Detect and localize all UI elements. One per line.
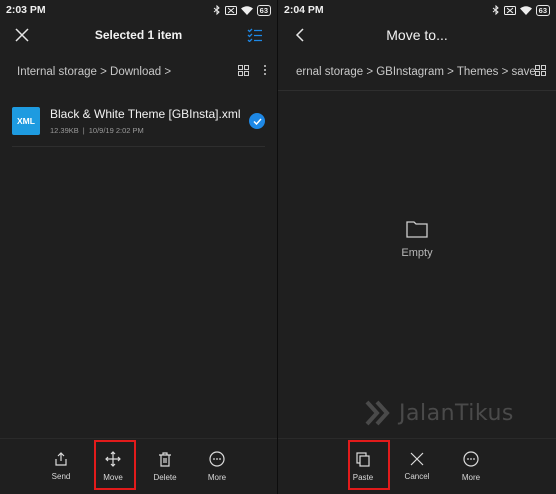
selected-checkbox[interactable] — [249, 113, 265, 129]
breadcrumb: ernal storage > GBInstagram > Themes > s… — [278, 54, 556, 90]
more-button[interactable]: More — [453, 451, 489, 482]
no-sim-icon — [503, 5, 516, 15]
grid-view-button[interactable] — [238, 63, 249, 81]
status-bar: 2:04 PM 63 — [278, 0, 556, 20]
more-icon — [209, 451, 225, 467]
file-date: 10/9/19 2:02 PM — [88, 126, 144, 135]
more-label: More — [461, 473, 481, 482]
bottom-toolbar: Paste Cancel More — [278, 438, 556, 494]
action-bar: Move to... — [278, 20, 556, 50]
checklist-icon — [247, 28, 262, 42]
battery-level: 63 — [256, 4, 271, 16]
more-icon — [463, 451, 479, 467]
file-name: Black & White Theme [GBInsta].xml — [50, 107, 241, 121]
file-meta: 12.39KB | 10/9/19 2:02 PM — [50, 126, 249, 135]
cancel-label: Cancel — [404, 472, 430, 481]
path-actions — [535, 63, 546, 81]
grid-icon — [238, 65, 249, 76]
status-icons: 63 — [492, 4, 550, 16]
file-size: 12.39KB — [50, 126, 79, 135]
empty-state: Empty — [278, 220, 556, 259]
delete-button[interactable]: Delete — [147, 451, 183, 482]
list-divider — [12, 146, 265, 147]
wifi-icon — [240, 5, 253, 15]
action-bar: Selected 1 item — [0, 20, 277, 50]
breadcrumb-path[interactable]: Internal storage > Download > — [17, 66, 171, 78]
wifi-icon — [519, 5, 532, 15]
watermark-text: JalanTikus — [399, 400, 514, 426]
watermark-logo-icon — [365, 400, 390, 426]
bottom-toolbar: Send Move Delete More — [0, 438, 277, 494]
breadcrumb-path[interactable]: ernal storage > GBInstagram > Themes > s… — [296, 66, 535, 78]
close-icon — [410, 452, 424, 466]
page-title: Selected 1 item — [94, 28, 183, 42]
folder-icon — [406, 221, 428, 238]
delete-label: Delete — [153, 472, 177, 482]
trash-icon — [159, 451, 171, 467]
left-screen: 2:03 PM 63 Selected 1 item Internal stor… — [0, 0, 278, 494]
breadcrumb: Internal storage > Download > — [0, 54, 277, 90]
comparison-screens: 2:03 PM 63 Selected 1 item Internal stor… — [0, 0, 556, 494]
check-icon — [252, 117, 262, 125]
bluetooth-icon — [213, 5, 220, 15]
watermark: JalanTikus — [365, 400, 514, 426]
xml-file-icon: XML — [12, 107, 40, 135]
grid-icon — [535, 65, 546, 76]
meta-separator: | — [82, 126, 85, 135]
path-divider — [278, 90, 556, 91]
close-button[interactable] — [12, 25, 32, 45]
status-icons: 63 — [213, 4, 271, 16]
send-label: Send — [51, 472, 71, 481]
grid-view-button[interactable] — [535, 63, 546, 81]
empty-label: Empty — [401, 247, 433, 259]
battery-level: 63 — [535, 4, 550, 16]
kebab-icon — [264, 65, 266, 75]
back-button[interactable] — [290, 25, 310, 45]
file-info: Black & White Theme [GBInsta].xml 12.39K… — [50, 107, 249, 135]
cancel-button[interactable]: Cancel — [399, 452, 435, 481]
more-label: More — [207, 473, 227, 482]
chevron-left-icon — [295, 28, 304, 42]
bluetooth-icon — [492, 5, 499, 15]
status-bar: 2:03 PM 63 — [0, 0, 277, 20]
page-title: Move to... — [386, 27, 448, 43]
paste-highlight-box — [348, 440, 390, 490]
status-time: 2:04 PM — [284, 4, 324, 16]
path-actions — [238, 63, 267, 81]
move-highlight-box — [94, 440, 136, 490]
title-spacer — [524, 25, 544, 45]
close-icon — [15, 28, 29, 42]
more-button[interactable]: More — [199, 451, 235, 482]
file-list-item[interactable]: XML Black & White Theme [GBInsta].xml 12… — [0, 96, 277, 146]
status-time: 2:03 PM — [6, 4, 46, 16]
no-sim-icon — [224, 5, 237, 15]
share-icon — [55, 452, 67, 466]
select-all-button[interactable] — [245, 25, 265, 45]
send-button[interactable]: Send — [43, 452, 79, 481]
overflow-menu-button[interactable] — [263, 63, 267, 81]
